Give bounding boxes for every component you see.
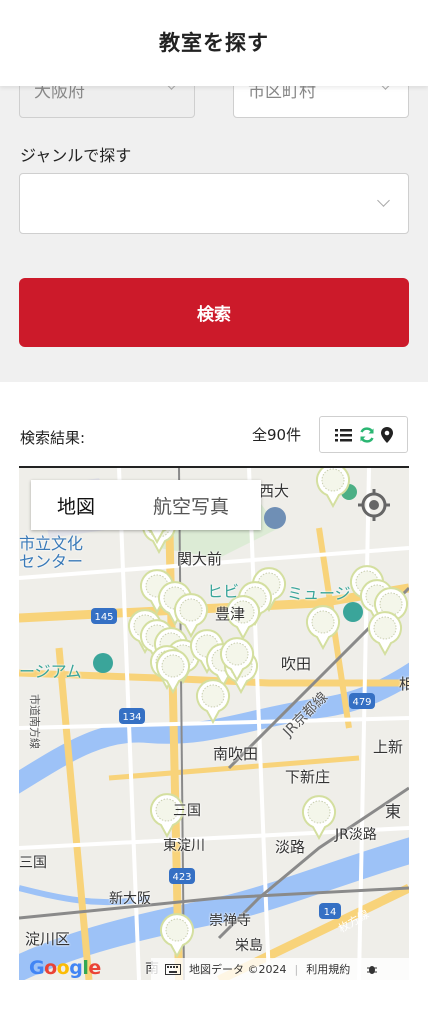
filter-panel: 大阪府 市区町村 ジャンルで探す 検索 (0, 66, 428, 382)
crosshair-icon[interactable] (357, 488, 391, 522)
genre-label: ジャンルで探す (20, 146, 132, 165)
map-label: 東 (385, 802, 402, 821)
map-label: 上新 (373, 738, 404, 756)
svg-text:423: 423 (172, 872, 191, 883)
map-label: 下新庄 (285, 768, 331, 786)
refresh-icon (359, 426, 374, 443)
classroom-pin[interactable] (315, 468, 351, 508)
map-label: 西大 (259, 482, 290, 500)
chevron-down-icon (377, 194, 390, 207)
svg-text:134: 134 (122, 712, 141, 723)
classroom-pin[interactable] (305, 604, 341, 650)
svg-text:145: 145 (94, 612, 113, 623)
map-label: 豊津 (215, 605, 246, 623)
map-type-map-button[interactable]: 地図 (31, 480, 121, 530)
map-terms-link[interactable]: 利用規約 (306, 961, 350, 977)
map-label: 吹田 (281, 655, 312, 673)
list-icon (334, 428, 352, 441)
page-title: 教室を探す (159, 31, 269, 55)
results-bar: 検索結果: 全90件 (0, 382, 428, 468)
map-attribution-text: 地図データ ©2024 (189, 963, 287, 976)
map-label: 関大前 (177, 550, 223, 568)
map-label: 新大阪 (109, 891, 151, 907)
svg-text:479: 479 (352, 697, 371, 708)
page-header: 教室を探す (0, 0, 428, 86)
map-type-aerial-button[interactable]: 航空写真 (121, 480, 261, 530)
bug-report-icon[interactable] (366, 963, 378, 975)
map-label: 栄島 (235, 938, 263, 954)
map-pin-icon (380, 426, 393, 443)
results-count: 全90件 (252, 426, 302, 444)
google-logo: Google (29, 957, 101, 979)
classroom-pin[interactable] (159, 912, 195, 958)
map-label: JR淡路 (335, 827, 377, 843)
map-label: 三国 (19, 855, 47, 871)
classroom-pin[interactable] (195, 678, 231, 724)
map-label: 淀川区 (25, 930, 71, 948)
classroom-pin[interactable] (219, 636, 255, 682)
classroom-pin[interactable] (367, 610, 403, 656)
map-type-control: 地図 航空写真 (31, 480, 261, 530)
map-label: ージアム (19, 662, 82, 681)
keyboard-icon[interactable] (165, 963, 181, 975)
classroom-pin[interactable] (301, 794, 337, 840)
svg-text:14: 14 (324, 907, 337, 918)
search-button[interactable]: 検索 (19, 278, 409, 347)
map-label: ミュージ (287, 584, 351, 603)
map-label: 三国 (173, 803, 201, 819)
view-toggle-button[interactable] (319, 416, 408, 453)
map-label: センター (19, 552, 84, 571)
genre-select[interactable] (19, 173, 409, 234)
map-label: 淡路 (275, 838, 306, 856)
map-label: 相 (399, 675, 409, 693)
results-label: 検索結果: (20, 429, 86, 447)
map-label: 崇禅寺 (209, 913, 251, 929)
map-footer: Google 地図データ ©2024 | 利用規約 (19, 956, 409, 980)
map-label: ヒビ (207, 582, 240, 601)
map-attribution: 地図データ ©2024 | 利用規約 (151, 958, 409, 980)
classroom-pin[interactable] (155, 648, 191, 694)
map-label: 東淀川 (163, 838, 205, 854)
map-view[interactable]: 145 134 479 423 14 地図 航空写真 西大 市立文化 センター … (19, 468, 409, 980)
map-label: 市道南方線 (28, 694, 41, 749)
map-label: 南吹田 (213, 745, 259, 763)
